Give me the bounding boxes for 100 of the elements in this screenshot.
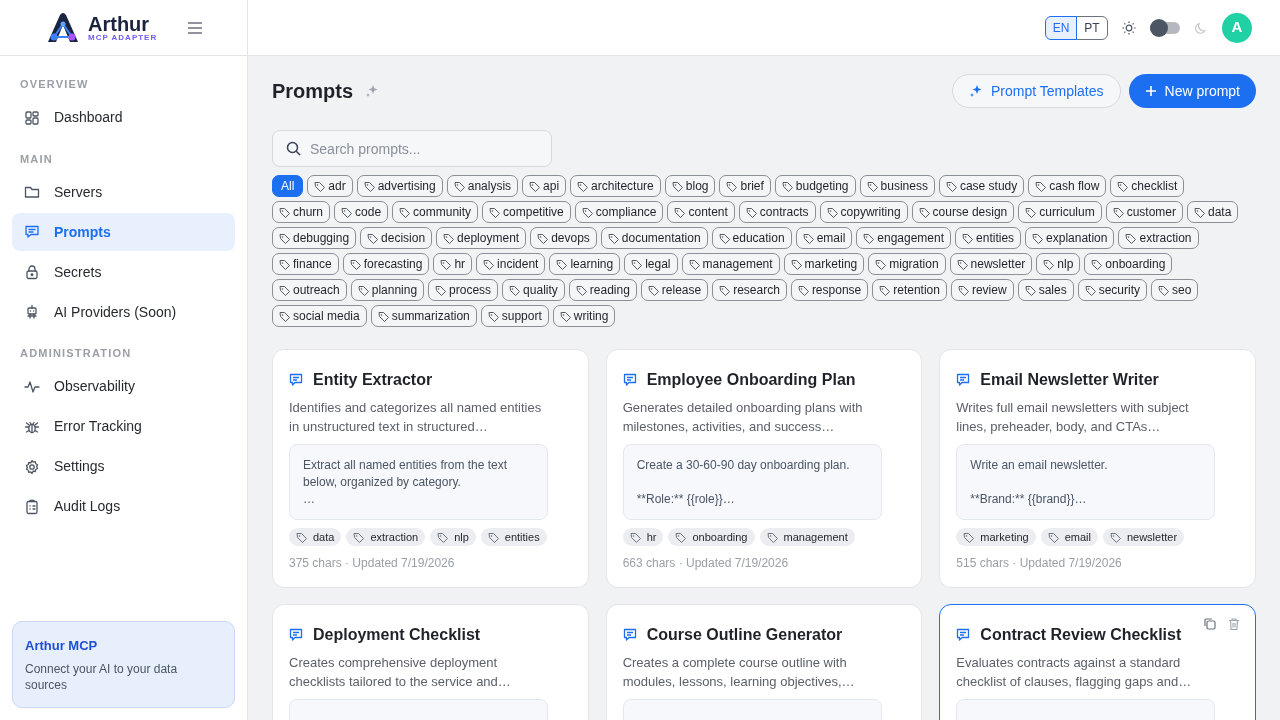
- tag-filter[interactable]: devops: [530, 227, 597, 249]
- tag-filter[interactable]: entities: [955, 227, 1022, 249]
- language-button[interactable]: PT: [1076, 15, 1108, 40]
- language-button[interactable]: EN: [1045, 15, 1077, 40]
- sidebar-item[interactable]: AI Providers (Soon): [12, 293, 235, 331]
- tag-filter[interactable]: process: [428, 279, 499, 301]
- prompt-card[interactable]: Deployment Checklist Creates comprehensive deployment checklists tailored to the service and…: [272, 604, 589, 720]
- prompt-card[interactable]: [272, 349, 589, 588]
- tag-filter[interactable]: release: [640, 279, 709, 301]
- tag-filter[interactable]: hr: [433, 253, 473, 275]
- tag-icon: [279, 310, 290, 322]
- tag-filter[interactable]: research: [712, 279, 787, 301]
- tag-filter[interactable]: security: [1077, 279, 1147, 301]
- theme-toggle[interactable]: [1150, 21, 1180, 34]
- tag-filter[interactable]: planning: [350, 279, 425, 301]
- tag-filter[interactable]: management: [681, 253, 780, 275]
- tag-filter[interactable]: analysis: [446, 175, 519, 197]
- tag-icon: [962, 232, 974, 244]
- tag-filter[interactable]: retention: [872, 279, 947, 301]
- prompt-card[interactable]: Contract Review Checklist Evaluates contracts against a standard checklist of clauses, flagging gaps and…: [939, 604, 1256, 720]
- tag-filter[interactable]: sales: [1017, 279, 1074, 301]
- tag-filter[interactable]: All: [272, 175, 304, 197]
- tag-filter[interactable]: case study: [938, 175, 1025, 197]
- tag-icon: [1091, 258, 1103, 270]
- tag-filter[interactable]: cash flow: [1028, 175, 1107, 197]
- tag-filter[interactable]: decision: [360, 227, 433, 249]
- tag-filter[interactable]: marketing: [783, 253, 865, 275]
- tag-icon: [866, 180, 878, 192]
- tag-filter[interactable]: incident: [476, 253, 546, 275]
- tag-icon: [483, 258, 495, 270]
- sidebar-item[interactable]: Secrets: [12, 253, 235, 291]
- templates-button[interactable]: Prompt Templates: [951, 74, 1121, 108]
- folder-icon: [24, 184, 40, 200]
- tag-filter[interactable]: curriculum: [1018, 201, 1102, 223]
- prompt-card[interactable]: Course Outline Generator Creates a complete course outline with modules, lessons, learning objectives,…: [605, 604, 923, 720]
- tag-filter[interactable]: outreach: [272, 279, 347, 301]
- tag-filter[interactable]: content: [667, 201, 735, 223]
- menu-icon[interactable]: [187, 20, 203, 35]
- tag-filter[interactable]: debugging: [272, 227, 357, 249]
- tag-filter[interactable]: blog: [664, 175, 716, 197]
- tag-filter[interactable]: support: [480, 305, 549, 327]
- tag-filter[interactable]: review: [950, 279, 1014, 301]
- tag-filter[interactable]: data: [1187, 201, 1239, 223]
- search-field[interactable]: Search prompts...: [272, 130, 552, 167]
- tag-filter[interactable]: migration: [868, 253, 946, 275]
- tag-filter[interactable]: churn: [272, 201, 331, 223]
- tag-filter[interactable]: email: [795, 227, 853, 249]
- tag-icon: [1194, 206, 1205, 218]
- tag-filter[interactable]: documentation: [600, 227, 708, 249]
- prompt-title: Course Outline Generator: [646, 625, 843, 645]
- message-icon: [289, 628, 303, 642]
- tag-filter[interactable]: extraction: [1118, 227, 1199, 249]
- tag-filter[interactable]: business: [859, 175, 935, 197]
- info-card-text: Connect your AI to your data sources: [25, 661, 179, 693]
- tag-filter[interactable]: deployment: [436, 227, 527, 249]
- tag-filter[interactable]: quality: [502, 279, 565, 301]
- tag-filter[interactable]: seo: [1151, 279, 1199, 301]
- sidebar-item[interactable]: Servers: [12, 173, 235, 211]
- tag-filter[interactable]: customer: [1105, 201, 1183, 223]
- tag-filter[interactable]: course design: [911, 201, 1015, 223]
- tag-filter[interactable]: api: [522, 175, 567, 197]
- tag-filter[interactable]: education: [711, 227, 792, 249]
- sidebar-item[interactable]: Settings: [12, 447, 235, 486]
- tag-filter[interactable]: finance: [272, 253, 339, 275]
- tag-filter[interactable]: competitive: [482, 201, 571, 223]
- tag-filter[interactable]: learning: [549, 253, 621, 275]
- tag-filter[interactable]: brief: [719, 175, 771, 197]
- tag-filter[interactable]: onboarding: [1084, 253, 1173, 275]
- tag-filter[interactable]: copywriting: [819, 201, 908, 223]
- prompt-card[interactable]: [939, 349, 1256, 588]
- sidebar-item[interactable]: Observability: [12, 367, 235, 406]
- tag-filter[interactable]: community: [392, 201, 479, 223]
- new-prompt-button[interactable]: New prompt: [1128, 74, 1256, 108]
- tag-icon: [1158, 284, 1169, 296]
- tag-filter[interactable]: newsletter: [949, 253, 1033, 275]
- tag-filter[interactable]: advertising: [356, 175, 443, 197]
- sidebar-item[interactable]: Dashboard: [12, 98, 235, 137]
- sidebar-item[interactable]: Audit Logs: [12, 487, 235, 526]
- tag-icon: [353, 531, 365, 543]
- tag-filter[interactable]: checklist: [1110, 175, 1185, 197]
- tag-filter[interactable]: compliance: [574, 201, 664, 223]
- sidebar-item[interactable]: Error Tracking: [12, 407, 235, 446]
- tag-filter[interactable]: legal: [624, 253, 678, 275]
- tag-filter[interactable]: contracts: [738, 201, 816, 223]
- tag-filter[interactable]: engagement: [856, 227, 952, 249]
- tag-filter[interactable]: social media: [272, 305, 367, 327]
- tag-filter[interactable]: budgeting: [774, 175, 856, 197]
- tag-filter[interactable]: adr: [307, 175, 353, 197]
- prompt-card[interactable]: [605, 349, 923, 588]
- tag-filter[interactable]: nlp: [1036, 253, 1081, 275]
- tag-filter[interactable]: reading: [568, 279, 637, 301]
- prompt-title: Entity Extractor: [313, 370, 433, 390]
- sidebar-item[interactable]: Prompts: [12, 213, 235, 251]
- tag-filter[interactable]: response: [790, 279, 869, 301]
- tag-filter[interactable]: forecasting: [342, 253, 430, 275]
- tag-filter[interactable]: code: [334, 201, 389, 223]
- tag-filter[interactable]: summarization: [370, 305, 477, 327]
- tag-filter[interactable]: explanation: [1025, 227, 1115, 249]
- tag-filter[interactable]: architecture: [570, 175, 661, 197]
- tag-filter[interactable]: writing: [552, 305, 616, 327]
